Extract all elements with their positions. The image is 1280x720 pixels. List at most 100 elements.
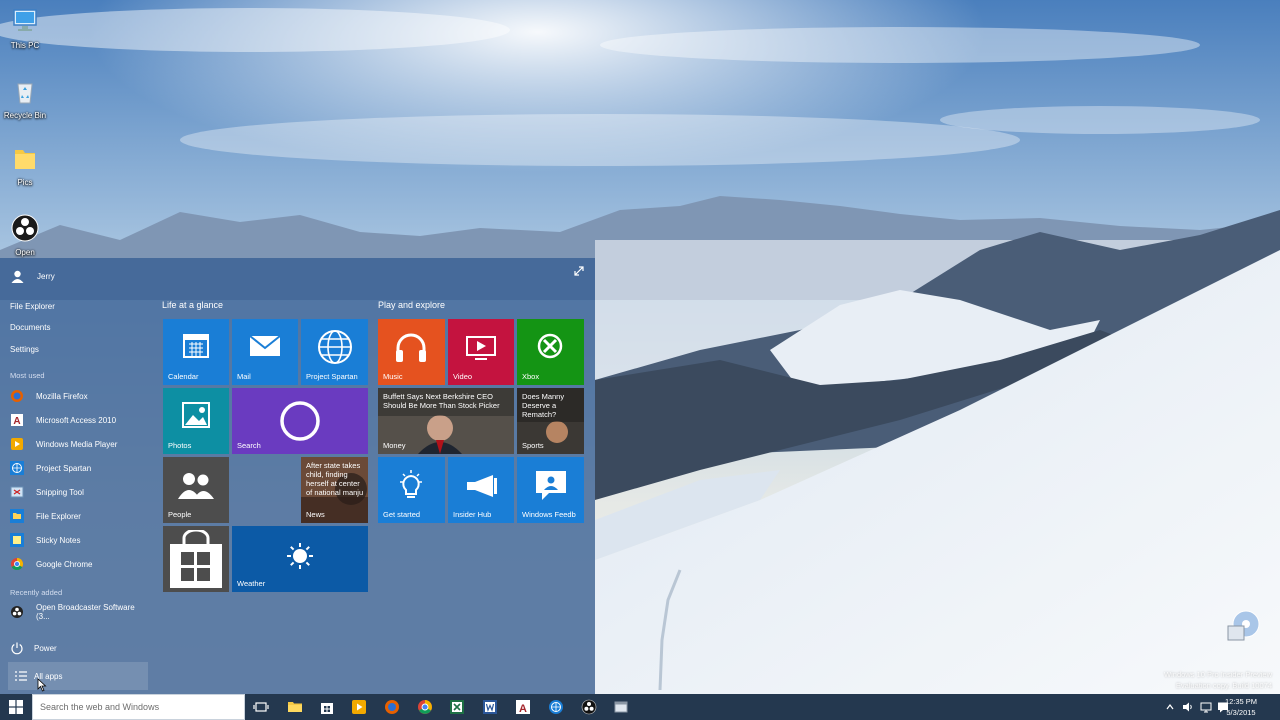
windows-logo-icon: [9, 700, 23, 714]
nav-settings[interactable]: Settings: [10, 343, 39, 357]
app-item-access[interactable]: A Microsoft Access 2010: [10, 410, 150, 430]
tile-weather[interactable]: Weather: [232, 526, 368, 592]
taskbar-spartan[interactable]: [541, 694, 571, 720]
task-view-button[interactable]: [246, 694, 276, 720]
lightbulb-icon: [400, 470, 422, 498]
app-item-spartan[interactable]: Project Spartan: [10, 458, 150, 478]
calendar-icon: [183, 334, 209, 358]
group-label-play: Play and explore: [378, 300, 446, 310]
excel-icon: [450, 700, 464, 714]
taskbar-search[interactable]: [32, 694, 245, 720]
store-icon: [321, 703, 333, 714]
taskbar-media-player[interactable]: [344, 694, 374, 720]
tile-music[interactable]: Music: [378, 319, 445, 385]
tile-label: Insider Hub: [453, 510, 492, 519]
start-button[interactable]: [0, 694, 32, 720]
desktop-icon-label: Recycle Bin: [3, 111, 47, 120]
taskbar-obs[interactable]: [574, 694, 604, 720]
clock-time: 12:35 PM: [1224, 697, 1258, 706]
svg-text:A: A: [13, 416, 20, 427]
obs-icon: [11, 214, 39, 242]
tile-insider-hub[interactable]: Insider Hub: [448, 457, 514, 523]
taskbar-clock[interactable]: 12:35 PM 5/3/2015: [1219, 696, 1263, 718]
media-player-icon: [11, 438, 23, 450]
taskbar-firefox[interactable]: [377, 694, 407, 720]
app-item-media-player[interactable]: Windows Media Player: [10, 434, 150, 454]
news-headline: After state takes child, finding herself…: [306, 461, 364, 497]
watermark-line2: Evaluation copy. Build 10074: [1175, 681, 1272, 690]
tile-get-started[interactable]: Get started: [378, 457, 445, 523]
search-input[interactable]: [33, 695, 244, 719]
tile-calendar[interactable]: Calendar: [163, 319, 229, 385]
power-button[interactable]: Power: [10, 641, 57, 655]
user-icon: [11, 270, 24, 283]
desktop-icon-pics[interactable]: Pics: [0, 143, 50, 188]
desktop-icon-recycle-bin[interactable]: Recycle Bin: [0, 76, 50, 121]
most-used-heading: Most used: [10, 371, 45, 380]
app-item-firefox[interactable]: Mozilla Firefox: [10, 386, 150, 406]
tile-label: Weather: [237, 579, 266, 588]
desktop-icon-label: This PC: [10, 41, 40, 50]
recycle-bin-icon: [17, 83, 33, 104]
taskbar-chrome[interactable]: [410, 694, 440, 720]
tile-label: Search: [237, 441, 261, 450]
access-icon: A: [516, 700, 530, 715]
tile-people[interactable]: People: [163, 457, 229, 523]
taskbar-word[interactable]: [475, 694, 505, 720]
tile-sports[interactable]: Does Manny Deserve a Rematch? Sports: [517, 388, 584, 454]
tile-label: News: [306, 510, 325, 519]
chevron-up-icon: [1166, 704, 1174, 710]
desktop-icon-this-pc[interactable]: This PC: [0, 6, 50, 51]
app-item-label: Microsoft Access 2010: [36, 415, 117, 425]
media-player-icon: [352, 700, 366, 714]
tile-photos[interactable]: Photos: [163, 388, 229, 454]
tile-label: Windows Feedb: [522, 510, 576, 519]
tile-xbox[interactable]: Xbox: [517, 319, 584, 385]
app-item-sticky-notes[interactable]: Sticky Notes: [10, 530, 150, 550]
taskbar-file-explorer[interactable]: [280, 694, 310, 720]
watermark-line1: Windows 10 Pro Insider Preview: [1164, 670, 1272, 679]
nav-documents[interactable]: Documents: [10, 321, 50, 335]
os-watermark: Windows 10 Pro Insider Preview Evaluatio…: [1164, 669, 1272, 691]
desktop-icon-open[interactable]: Open: [0, 213, 50, 258]
taskbar-excel[interactable]: [442, 694, 472, 720]
media-disc-icon[interactable]: [1226, 608, 1262, 644]
firefox-icon: [11, 390, 23, 402]
tile-money[interactable]: Buffett Says Next Berkshire CEO Should B…: [378, 388, 514, 454]
task-view-icon: [253, 702, 269, 712]
app-item-chrome[interactable]: Google Chrome: [10, 554, 150, 574]
app-item-label: Snipping Tool: [36, 487, 84, 497]
taskbar-app[interactable]: [606, 694, 636, 720]
tile-store[interactable]: [163, 526, 229, 592]
start-menu: Jerry File Explorer Documents Settings M…: [0, 258, 595, 694]
expand-icon[interactable]: [573, 265, 585, 277]
tile-search[interactable]: Search: [232, 388, 368, 454]
app-item-obs[interactable]: Open Broadcaster Software (3...: [10, 602, 150, 622]
nav-file-explorer[interactable]: File Explorer: [10, 300, 55, 314]
tile-label: Mail: [237, 372, 251, 381]
clock-date: 5/3/2015: [1226, 708, 1256, 717]
power-icon: [11, 642, 23, 655]
tile-mail[interactable]: Mail: [232, 319, 298, 385]
tray-network[interactable]: [1198, 694, 1214, 720]
taskbar-access[interactable]: A: [508, 694, 538, 720]
all-apps-button[interactable]: All apps: [8, 662, 148, 690]
app-item-snipping-tool[interactable]: Snipping Tool: [10, 482, 150, 502]
firefox-icon: [385, 700, 399, 714]
svg-text:A: A: [519, 703, 527, 715]
taskbar-store[interactable]: [312, 694, 342, 720]
tray-volume[interactable]: [1180, 694, 1196, 720]
start-left-column: Jerry File Explorer Documents Settings M…: [0, 258, 156, 694]
tile-label: Video: [453, 372, 473, 381]
user-account[interactable]: Jerry: [10, 268, 55, 284]
tile-windows-feedback[interactable]: Windows Feedb: [517, 457, 584, 523]
tile-label: Get started: [383, 510, 421, 519]
tile-project-spartan[interactable]: Project Spartan: [301, 319, 368, 385]
tray-chevron[interactable]: [1162, 694, 1178, 720]
app-item-file-explorer[interactable]: File Explorer: [10, 506, 150, 526]
tile-label: Photos: [168, 441, 192, 450]
video-icon: [466, 336, 496, 360]
tile-news[interactable]: After state takes child, finding herself…: [301, 457, 368, 523]
obs-icon: [581, 699, 597, 715]
tile-video[interactable]: Video: [448, 319, 514, 385]
